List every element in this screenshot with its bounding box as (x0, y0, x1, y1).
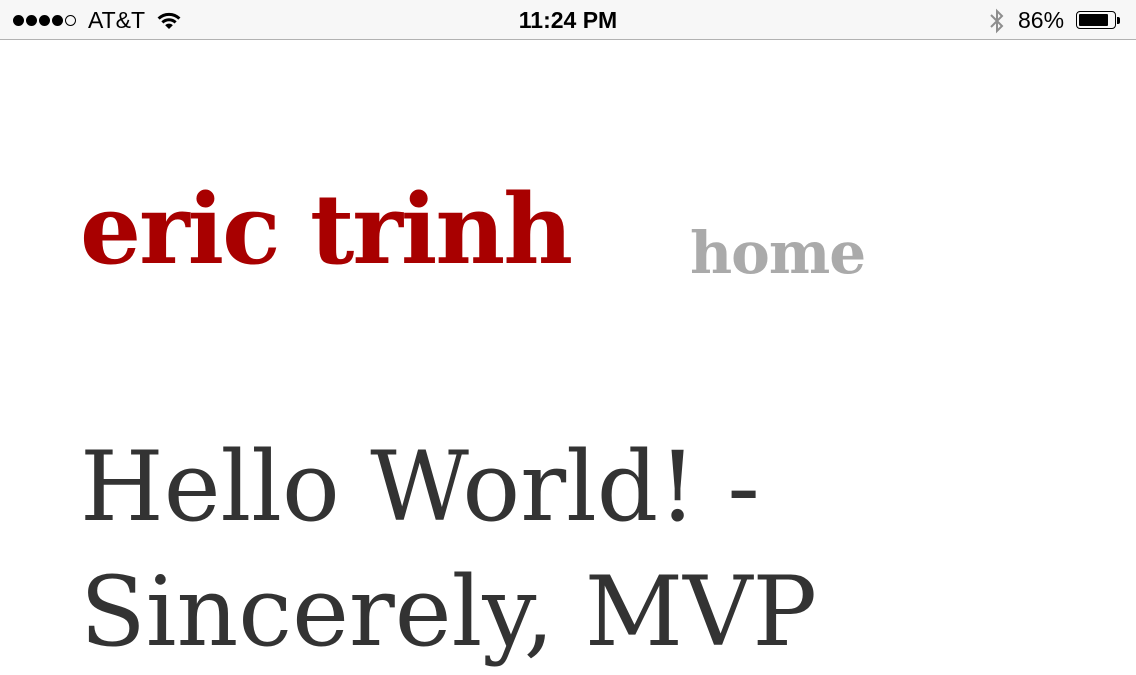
nav-home-link[interactable]: home (690, 218, 866, 288)
status-bar: AT&T 11:24 PM 86% (0, 0, 1136, 40)
bluetooth-icon (990, 8, 1004, 34)
post-title-line-1: Hello World! - (80, 431, 760, 543)
status-time: 11:24 PM (518, 7, 618, 33)
battery-icon (1076, 11, 1120, 29)
battery-percent: 86% (1018, 7, 1065, 33)
post-title: Hello World! - Sincerely, MVP (80, 425, 817, 675)
site-title[interactable]: eric trinh (80, 170, 573, 290)
post-title-line-2: Sincerely, MVP (80, 556, 818, 668)
battery-fill (1079, 14, 1108, 26)
